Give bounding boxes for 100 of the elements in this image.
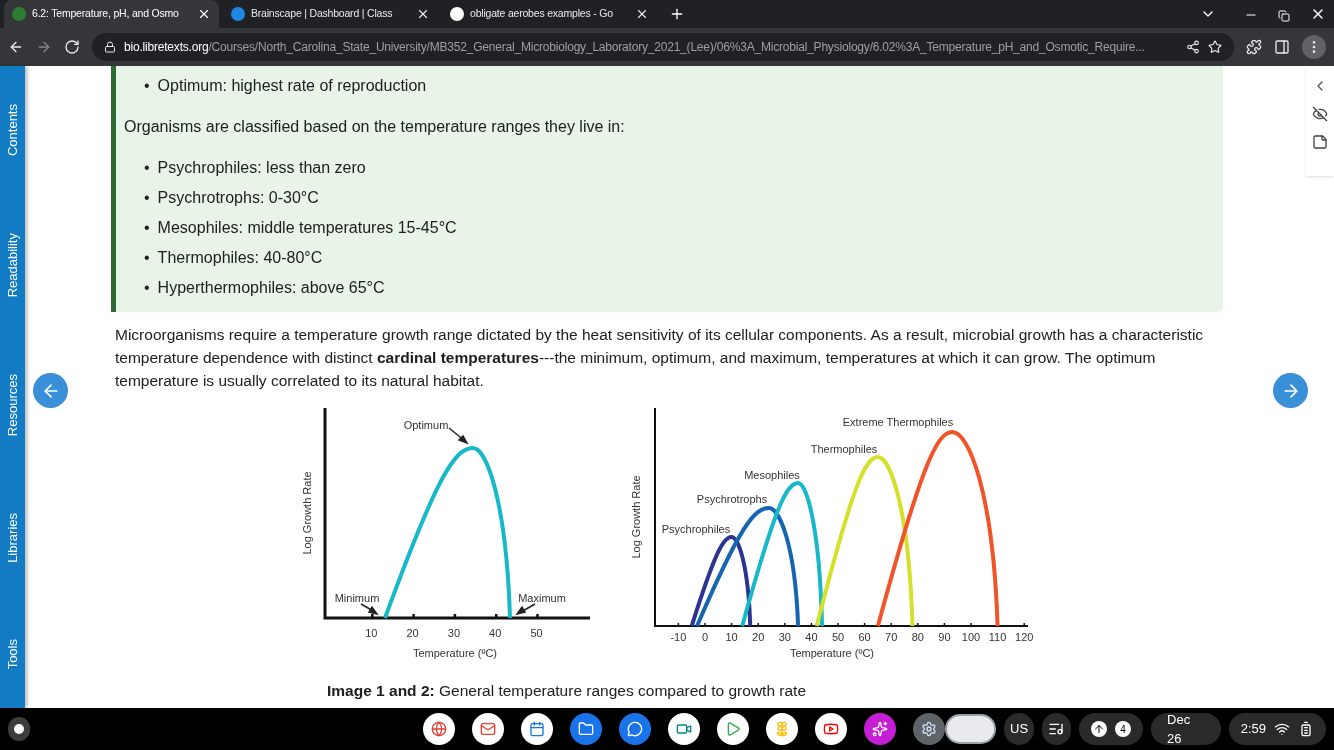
- curve-label: Mesophiles: [744, 469, 800, 481]
- back-icon[interactable]: [8, 39, 24, 55]
- tick-label: 0: [701, 631, 709, 643]
- address-bar[interactable]: bio.libretexts.org/Courses/North_Carolina_State_University/MB352_General_Microbiology_Laboratory_2021_(Lee)/06%3A_Microbial_Physiology/6.02%3A_Temperature_pH_and_Osmotic_Require...: [92, 33, 1234, 61]
- tick-label: 10: [365, 627, 378, 639]
- favicon-icon: [12, 7, 26, 21]
- annotation-label: Optimum: [403, 419, 449, 431]
- body-paragraph: Microorganisms require a temperature growth range dictated by the heat sensitivity of its cellular components. As a result, microbial growth has a characteristic temperature dependence with distinct cardinal temperatures---the minimum, optimum, and maximum, temperatures at which it can grow. The optimum temperature is usually correlated to its natural habitat.: [114, 325, 1205, 391]
- bullet-item: Optimum: highest rate of reproduction: [157, 76, 427, 96]
- previous-page-button[interactable]: [33, 373, 68, 408]
- side-tab[interactable]: Readability: [4, 233, 21, 298]
- browser-tab[interactable]: Brainscape | Dashboard | Class: [223, 0, 438, 28]
- tick-label: 30: [447, 627, 460, 639]
- bullet-item: Thermophiles: 40-80°C: [157, 248, 323, 268]
- bullet-marker: •: [144, 248, 150, 268]
- status-area[interactable]: 2:59: [1228, 713, 1326, 745]
- url-host: bio.libretexts.org: [124, 40, 209, 54]
- curve-label: Psychrotrophs: [696, 493, 768, 505]
- axis-label: Temperature (ºC): [789, 647, 875, 659]
- curve-label: Thermophiles: [810, 443, 878, 455]
- bullet-item: Psychrophiles: less than zero: [157, 158, 366, 178]
- tick-label: 50: [530, 627, 543, 639]
- tick-label: 20: [752, 631, 765, 643]
- forward-icon[interactable]: [36, 39, 52, 55]
- side-panel-icon[interactable]: [1274, 39, 1290, 55]
- settings-icon[interactable]: [912, 713, 945, 745]
- close-icon[interactable]: [416, 7, 430, 21]
- tick-label: 40: [489, 627, 502, 639]
- folder-icon[interactable]: [569, 713, 602, 745]
- media-controls-icon[interactable]: [1041, 713, 1071, 745]
- tick-label: 120: [1015, 631, 1034, 643]
- uploads-pill[interactable]: 4: [1079, 713, 1143, 745]
- sparkle-icon[interactable]: [863, 713, 896, 745]
- curve-label: Extreme Thermophiles: [842, 416, 954, 428]
- tick-label: 20: [406, 627, 419, 639]
- play-icon[interactable]: [716, 713, 749, 745]
- bullet-item: Mesophiles: middle temperatures 15-45°C: [157, 218, 457, 238]
- launcher-icon[interactable]: [8, 717, 30, 741]
- axis-label: Log Growth Rate: [301, 471, 313, 555]
- tick-label: 30: [778, 631, 791, 643]
- mail-icon[interactable]: [471, 713, 504, 745]
- upload-icon: [1091, 721, 1107, 737]
- chat-bubble-icon[interactable]: [618, 713, 651, 745]
- tick-label: 70: [885, 631, 898, 643]
- url-path: /Courses/North_Carolina_State_University/MB352_General_Microbiology_Laboratory_2021_(Lee)/06%3A_Microbial_Physiology/6.02%3A_Temperature_pH_and_Osmotic_Require...: [208, 40, 1145, 54]
- browser-tab[interactable]: 6.2: Temperature, pH, and Osmo: [4, 0, 219, 28]
- video-camera-icon[interactable]: [667, 713, 700, 745]
- clock: 2:59: [1240, 720, 1266, 739]
- star-icon[interactable]: [1208, 40, 1222, 54]
- axis-label: Log Growth Rate: [630, 475, 642, 559]
- tab-title: 6.2: Temperature, pH, and Osmo: [32, 6, 180, 22]
- video-play-icon[interactable]: [814, 713, 847, 745]
- tick-label: 60: [858, 631, 871, 643]
- tick-label: 40: [805, 631, 818, 643]
- bullet-marker: •: [144, 188, 150, 208]
- battery-icon: [1298, 721, 1314, 737]
- restore-icon[interactable]: [1278, 10, 1290, 22]
- arrow-icon: [515, 603, 536, 616]
- tick-label: 110: [988, 631, 1007, 643]
- menu-button[interactable]: [1302, 35, 1326, 59]
- notification-count: 4: [1115, 721, 1131, 737]
- callout-intro: Organisms are classified based on the temperature ranges they live in:: [124, 117, 626, 137]
- close-icon[interactable]: [635, 7, 649, 21]
- next-page-button[interactable]: [1273, 373, 1308, 408]
- date-button[interactable]: Dec 26: [1151, 713, 1221, 745]
- axis-label: Temperature (ºC): [412, 647, 498, 659]
- bullet-marker: •: [144, 76, 150, 96]
- browser-tab[interactable]: obligate aerobes examples - Go: [442, 0, 657, 28]
- side-tab[interactable]: Resources: [4, 373, 21, 437]
- arrow-icon: [448, 427, 469, 445]
- bullet-marker: •: [144, 218, 150, 238]
- side-tab[interactable]: Contents: [4, 104, 21, 157]
- reload-icon[interactable]: [64, 39, 80, 55]
- hide-icon[interactable]: [1312, 106, 1328, 122]
- tab-title: obligate aerobes examples - Go: [470, 6, 614, 22]
- note-icon[interactable]: [1312, 134, 1328, 150]
- tick-label: -10: [670, 631, 687, 643]
- curve-label: Psychrophiles: [661, 523, 731, 535]
- keyboard-layout-button[interactable]: US: [1004, 713, 1034, 745]
- new-tab-icon[interactable]: [669, 6, 685, 22]
- tick-label: 10: [725, 631, 738, 643]
- tick-label: 50: [831, 631, 845, 643]
- side-tab[interactable]: Tools: [4, 639, 21, 670]
- favicon-icon: [231, 7, 245, 21]
- share-icon[interactable]: [1186, 40, 1200, 54]
- side-tab[interactable]: Libraries: [4, 512, 21, 563]
- favicon-icon: [450, 7, 464, 21]
- lock-icon: [104, 41, 116, 53]
- annotation-label: Maximum: [518, 592, 566, 604]
- tick-label: 100: [961, 631, 981, 643]
- arrow-icon: [360, 603, 379, 616]
- bullet-item: Psychrotrophs: 0-30°C: [157, 188, 319, 208]
- close-icon[interactable]: [197, 7, 211, 21]
- bullet-item: Hyperthermophiles: above 65°C: [157, 278, 385, 298]
- calendar-icon[interactable]: [520, 713, 553, 745]
- tab-title: Brainscape | Dashboard | Class: [251, 6, 394, 22]
- extensions-icon[interactable]: [1246, 39, 1262, 55]
- bullet-marker: •: [144, 158, 150, 178]
- bullet-marker: •: [144, 278, 150, 298]
- tick-label: 90: [938, 631, 951, 643]
